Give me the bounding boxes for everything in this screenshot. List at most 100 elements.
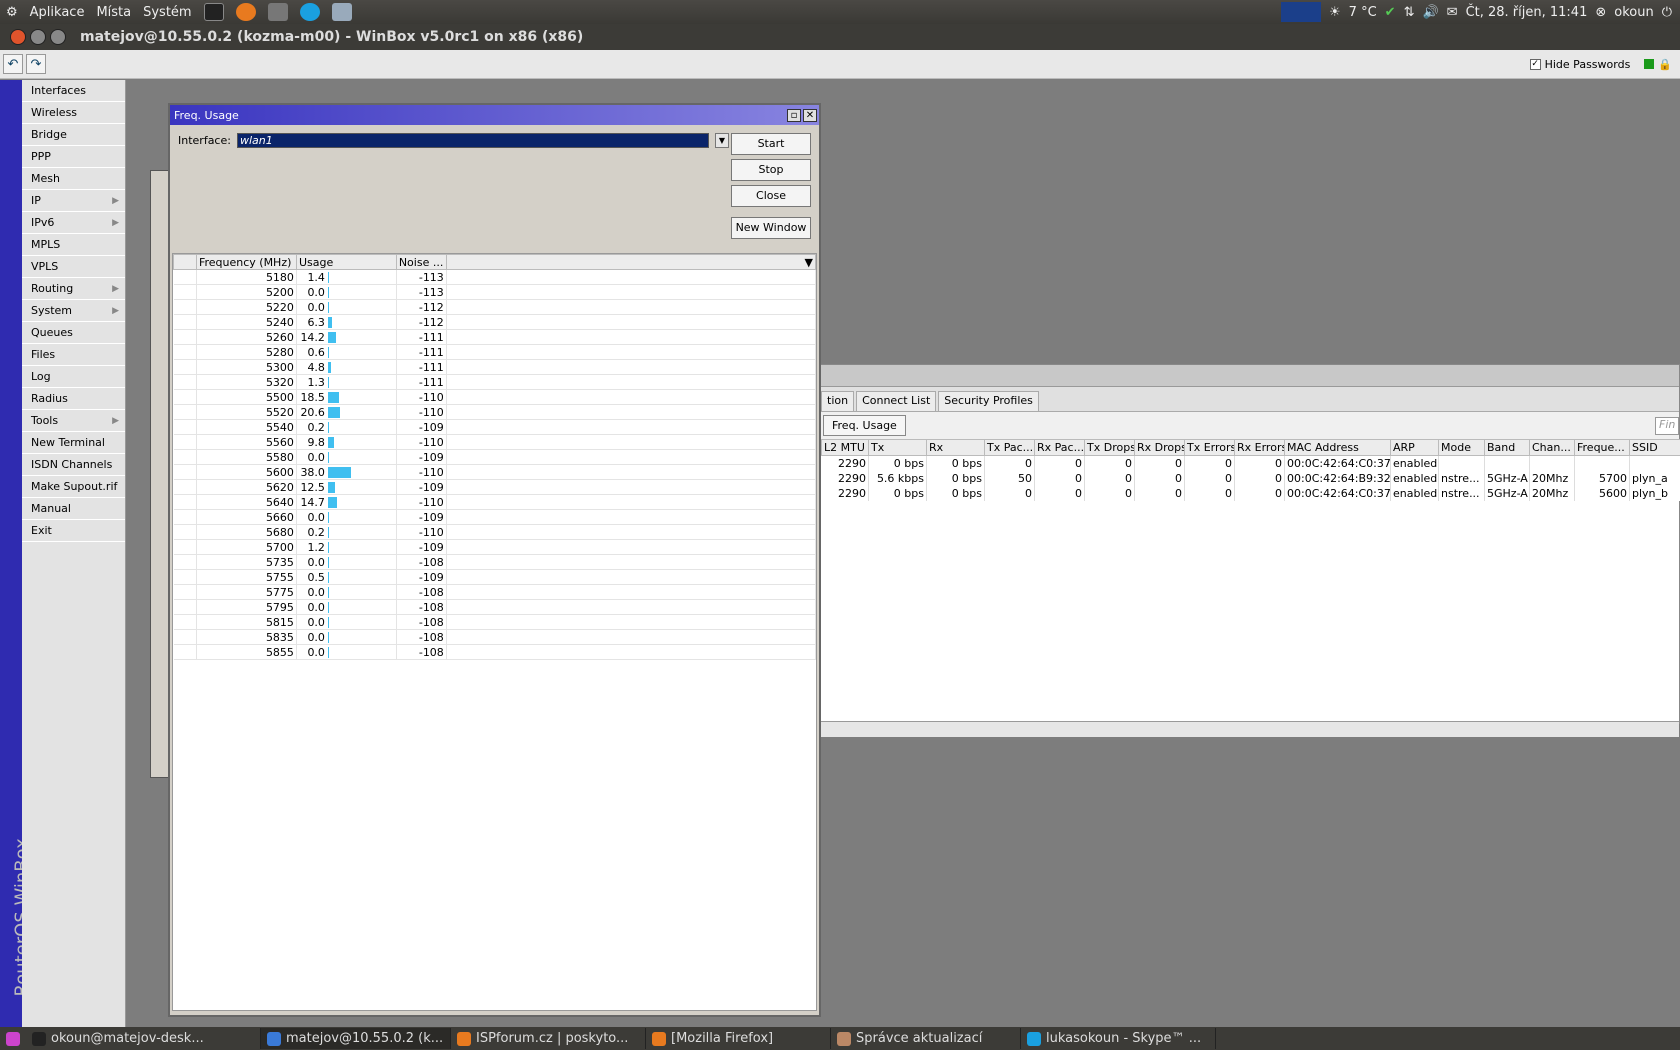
- col-rx[interactable]: Rx: [926, 439, 985, 456]
- taskbar-item[interactable]: [Mozilla Firefox]: [646, 1028, 831, 1049]
- col-tx-pac-[interactable]: Tx Pac...: [984, 439, 1035, 456]
- stop-button[interactable]: Stop: [731, 159, 811, 181]
- col-band[interactable]: Band: [1484, 439, 1530, 456]
- new-window-button[interactable]: New Window: [731, 217, 811, 239]
- col-freque-[interactable]: Freque...: [1574, 439, 1630, 456]
- freq-usage-titlebar[interactable]: Freq. Usage ▫ ✕: [170, 105, 819, 125]
- col-tx[interactable]: Tx: [868, 439, 927, 456]
- close-button[interactable]: Close: [731, 185, 811, 207]
- columns-dropdown[interactable]: ▼: [445, 254, 817, 270]
- table-row[interactable]: 5560 9.8 -110: [173, 434, 817, 450]
- table-row[interactable]: 5680 0.2 -110: [173, 524, 817, 540]
- col-chan-[interactable]: Chan...: [1529, 439, 1575, 456]
- menu-system[interactable]: Systém: [143, 5, 191, 20]
- table-row[interactable]: 5320 1.3 -111: [173, 374, 817, 390]
- background-window[interactable]: [150, 170, 170, 778]
- taskbar-item[interactable]: matejov@10.55.0.2 (k...: [261, 1028, 451, 1049]
- sidebar-item-vpls[interactable]: VPLS: [22, 256, 125, 278]
- col-mac-address[interactable]: MAC Address: [1284, 439, 1391, 456]
- sidebar-item-new-terminal[interactable]: New Terminal: [22, 432, 125, 454]
- table-row[interactable]: 5520 20.6 -110: [173, 404, 817, 420]
- power-icon[interactable]: ⏻: [1662, 5, 1672, 20]
- start-button[interactable]: Start: [731, 133, 811, 155]
- table-row[interactable]: 5300 4.8 -111: [173, 359, 817, 375]
- taskbar-item[interactable]: Správce aktualizací: [831, 1028, 1021, 1049]
- redo-icon[interactable]: ↷: [26, 54, 46, 74]
- find-input[interactable]: Fin: [1655, 417, 1679, 435]
- user-name[interactable]: okoun: [1614, 5, 1653, 20]
- freq-usage-window[interactable]: Freq. Usage ▫ ✕ Interface: wlan1 ▼ Start…: [168, 103, 821, 1017]
- sidebar-item-ip[interactable]: IP ▶: [22, 190, 125, 212]
- table-row[interactable]: 2290 0 bps 0 bps 0 0 0 0 0 0 00:0C:42:64:C0:37 ena…: [821, 485, 1680, 501]
- sidebar-item-routing[interactable]: Routing ▶: [22, 278, 125, 300]
- col-rx-pac-[interactable]: Rx Pac...: [1034, 439, 1085, 456]
- cloud-launcher-icon[interactable]: [331, 3, 352, 21]
- table-row[interactable]: 5660 0.0 -109: [173, 509, 817, 525]
- maximize-window-icon[interactable]: [50, 29, 66, 45]
- terminal-launcher-icon[interactable]: [203, 3, 224, 21]
- sidebar-item-mpls[interactable]: MPLS: [22, 234, 125, 256]
- col-ssid[interactable]: SSID: [1629, 439, 1680, 456]
- taskbar-item[interactable]: lukasokoun - Skype™ ...: [1021, 1028, 1216, 1049]
- col-tx-drops[interactable]: Tx Drops: [1084, 439, 1135, 456]
- table-row[interactable]: 5795 0.0 -108: [173, 599, 817, 615]
- table-row[interactable]: 2290 0 bps 0 bps 0 0 0 0 0 0 00:0C:42:64:C0:37 ena…: [821, 455, 1680, 471]
- sidebar-item-ppp[interactable]: PPP: [22, 146, 125, 168]
- chevron-down-icon[interactable]: ▼: [714, 133, 729, 148]
- table-row[interactable]: 5260 14.2 -111: [173, 329, 817, 345]
- wireless-tables-window[interactable]: tion Connect List Security Profiles Freq. …: [820, 364, 1680, 737]
- table-row[interactable]: 2290 5.6 kbps 0 bps 50 0 0 0 0 0 00:0C:42:64:B9:3…: [821, 470, 1680, 486]
- tab-tion[interactable]: tion: [821, 391, 855, 411]
- table-row[interactable]: 5815 0.0 -108: [173, 614, 817, 630]
- sidebar-item-files[interactable]: Files: [22, 344, 125, 366]
- sidebar-item-manual[interactable]: Manual: [22, 498, 125, 520]
- sidebar-item-radius[interactable]: Radius: [22, 388, 125, 410]
- taskbar-item[interactable]: okoun@matejov-desk...: [26, 1028, 261, 1049]
- table-row[interactable]: 5835 0.0 -108: [173, 629, 817, 645]
- freq-usage-button[interactable]: Freq. Usage: [823, 415, 906, 436]
- col-usage[interactable]: Usage: [295, 254, 397, 270]
- sidebar-item-log[interactable]: Log: [22, 366, 125, 388]
- table-row[interactable]: 5700 1.2 -109: [173, 539, 817, 555]
- col-frequency[interactable]: Frequency (MHz): [195, 254, 297, 270]
- minimize-window-icon[interactable]: [30, 29, 46, 45]
- ubuntu-logo-icon[interactable]: ⚙: [6, 5, 18, 20]
- weather-temp[interactable]: 7 °C: [1349, 5, 1377, 20]
- show-desktop-icon[interactable]: [6, 1031, 20, 1046]
- sidebar-item-bridge[interactable]: Bridge: [22, 124, 125, 146]
- sidebar-item-system[interactable]: System ▶: [22, 300, 125, 322]
- clock[interactable]: Čt, 28. říjen, 11:41: [1466, 5, 1588, 20]
- close-icon[interactable]: ✕: [803, 108, 817, 122]
- sidebar-item-ipv6[interactable]: IPv6 ▶: [22, 212, 125, 234]
- col-arp[interactable]: ARP: [1390, 439, 1439, 456]
- firefox-launcher-icon[interactable]: [235, 3, 256, 21]
- mail-icon[interactable]: ✉: [1447, 5, 1458, 20]
- undo-icon[interactable]: ↶: [3, 54, 23, 74]
- menu-mista[interactable]: Místa: [96, 5, 131, 20]
- sidebar-item-interfaces[interactable]: Interfaces: [22, 80, 125, 102]
- close-window-icon[interactable]: [10, 29, 26, 45]
- col-l2-mtu[interactable]: L2 MTU: [821, 439, 869, 456]
- interface-select[interactable]: wlan1: [236, 133, 709, 148]
- col-rx-drops[interactable]: Rx Drops: [1134, 439, 1185, 456]
- tab-security-profiles[interactable]: Security Profiles: [938, 391, 1039, 411]
- table-row[interactable]: 5735 0.0 -108: [173, 554, 817, 570]
- table-row[interactable]: 5240 6.3 -112: [173, 314, 817, 330]
- table-row[interactable]: 5640 14.7 -110: [173, 494, 817, 510]
- wireless-window-titlebar[interactable]: [821, 365, 1679, 387]
- skype-launcher-icon[interactable]: [299, 3, 320, 21]
- table-row[interactable]: 5280 0.6 -111: [173, 344, 817, 360]
- table-row[interactable]: 5580 0.0 -109: [173, 449, 817, 465]
- sidebar-item-queues[interactable]: Queues: [22, 322, 125, 344]
- window-titlebar[interactable]: matejov@10.55.0.2 (kozma-m00) - WinBox v…: [0, 24, 1680, 50]
- col-noise[interactable]: Noise ...: [395, 254, 447, 270]
- table-row[interactable]: 5620 12.5 -109: [173, 479, 817, 495]
- table-row[interactable]: 5855 0.0 -108: [173, 644, 817, 660]
- sidebar-item-exit[interactable]: Exit: [22, 520, 125, 542]
- table-row[interactable]: 5600 38.0 -110: [173, 464, 817, 480]
- table-row[interactable]: 5775 0.0 -108: [173, 584, 817, 600]
- sidebar-item-mesh[interactable]: Mesh: [22, 168, 125, 190]
- update-ok-icon[interactable]: ✔: [1385, 5, 1396, 20]
- sidebar-item-tools[interactable]: Tools ▶: [22, 410, 125, 432]
- system-monitor-icon[interactable]: [1281, 2, 1322, 22]
